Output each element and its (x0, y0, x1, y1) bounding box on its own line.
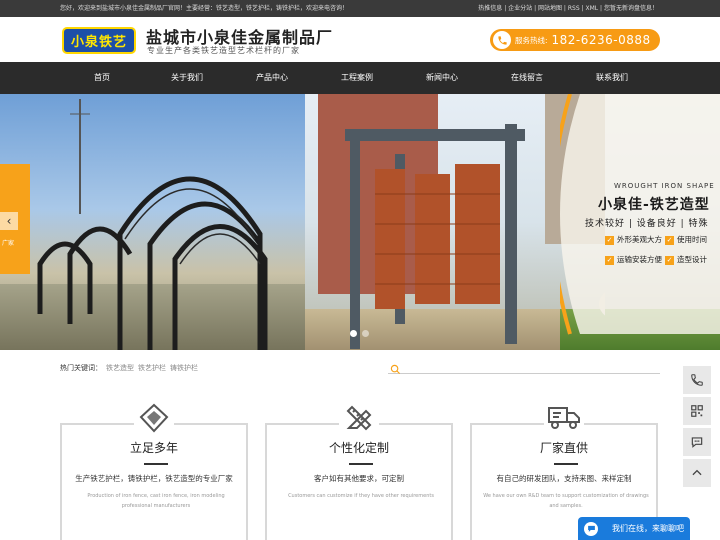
chat-label: 我们在线，来聊聊吧 (612, 524, 684, 533)
back-to-top-icon[interactable] (683, 459, 711, 487)
truck-icon (544, 401, 584, 435)
card-desc: 有自己的研发团队，支持来图、来样定制 (496, 474, 632, 483)
keyword-link[interactable]: 铸铁护栏 (170, 364, 198, 372)
card-title: 个性化定制 (328, 441, 389, 455)
top-link-rss[interactable]: RSS (568, 5, 580, 12)
hotline-number: 182-6236-0888 (551, 33, 651, 47)
top-link-branches[interactable]: 企业分站 (508, 5, 532, 12)
prev-slide-button[interactable]: ‹ (0, 212, 18, 230)
top-bar: 您好，欢迎来到盐城市小泉佳金属制品厂官网！主要经营：铁艺造型，铁艺护栏，铸铁护栏… (0, 0, 720, 17)
hot-keywords: 热门关键词： 铁艺造型 铁艺护栏 铸铁护栏 (60, 363, 198, 373)
company-tagline: 专业生产各类铁艺造型艺术栏杆的厂家 (147, 46, 300, 55)
phone-icon[interactable] (683, 366, 711, 394)
check-icon: ✓ (665, 255, 674, 265)
promo-subtitle: 技术较好 | 设备良好 | 特殊 (585, 219, 709, 229)
card-title: 立足多年 (129, 441, 178, 455)
top-links: 热推信息 | 企业分站 | 网站地图 | RSS | XML | 您暂无新询盘信… (478, 5, 658, 12)
keywords-label: 热门关键词： (60, 364, 102, 372)
slide-dot-active[interactable] (350, 330, 357, 337)
side-toolbar (683, 366, 711, 490)
card-desc: 客户如有其他要求，可定制 (314, 474, 404, 483)
chat-bubble-icon (584, 521, 598, 536)
feature-card[interactable]: 个性化定制 客户如有其他要求，可定制 Customers can customi… (265, 423, 453, 540)
pencil-ruler-icon (339, 401, 379, 435)
welcome-text: 您好，欢迎来到盐城市小泉佳金属制品厂官网！主要经营：铁艺造型，铁艺护栏，铸铁护栏… (60, 5, 349, 12)
search-bar (388, 358, 660, 375)
promo-feature: ✓ 造型设计 (665, 255, 707, 265)
feature-card[interactable]: 立足多年 生产铁艺护栏，铸铁护栏，铁艺造型的专业厂家 Production of… (60, 423, 248, 540)
site-logo[interactable]: 小泉铁艺 (62, 27, 136, 54)
promo-feature: ✓ 运输安装方便 (605, 255, 662, 265)
nav-item-message[interactable]: 在线留言 (487, 62, 567, 94)
top-link-sitemap[interactable]: 网站地图 (538, 5, 562, 12)
card-desc: 生产铁艺护栏，铸铁护栏，铁艺造型的专业厂家 (75, 474, 233, 483)
card-desc-en: Customers can customize if they have oth… (288, 493, 434, 499)
online-chat-button[interactable]: 我们在线，来聊聊吧 (578, 517, 690, 540)
hotline-badge[interactable]: 服务热线: 182-6236-0888 (490, 29, 660, 51)
top-link-xml[interactable]: XML (586, 5, 599, 12)
qr-code-icon[interactable] (683, 397, 711, 425)
keyword-link[interactable]: 铁艺护栏 (138, 364, 166, 372)
nav-item-home[interactable]: 首页 (62, 62, 142, 94)
nav-item-contact[interactable]: 联系我们 (572, 62, 652, 94)
nav-item-about[interactable]: 关于我们 (147, 62, 227, 94)
promo-feature: ✓ 外形美观大方 (605, 235, 662, 245)
search-input[interactable] (404, 358, 658, 373)
promo-feature: ✓ 使用时间 (665, 235, 707, 245)
nav-item-cases[interactable]: 工程案例 (317, 62, 397, 94)
promo-title-en: WROUGHT IRON SHAPE (614, 182, 715, 190)
check-icon: ✓ (665, 235, 674, 245)
nav-item-products[interactable]: 产品中心 (232, 62, 312, 94)
keyword-link[interactable]: 铁艺造型 (106, 364, 134, 372)
hero-banner[interactable]: 广家 ‹ WROUGHT IRON SHAPE 小泉佳-铁艺造型 技术较好 | … (0, 94, 720, 350)
main-nav: 首页 关于我们 产品中心 工程案例 新闻中心 在线留言 联系我们 (0, 62, 720, 94)
slide-dot[interactable] (362, 330, 369, 337)
site-header: 小泉铁艺 盐城市小泉佳金属制品厂 专业生产各类铁艺造型艺术栏杆的厂家 服务热线:… (0, 17, 720, 62)
iron-arches-illustration (37, 99, 268, 350)
card-title: 厂家直供 (539, 441, 588, 455)
search-icon[interactable] (390, 360, 401, 379)
top-link-inquiry[interactable]: 您暂无新询盘信息！ (604, 5, 658, 12)
chat-icon[interactable] (683, 428, 711, 456)
card-desc-en: We have our own R&D team to support cust… (483, 493, 649, 509)
diamond-icon (134, 401, 174, 435)
promo-title: 小泉佳-铁艺造型 (598, 197, 710, 213)
phone-icon (493, 31, 511, 49)
card-desc-en: Production of iron fence, cast iron fenc… (87, 493, 225, 509)
top-link-hot-info[interactable]: 热推信息 (478, 5, 502, 12)
hotline-label: 服务热线: (515, 35, 548, 45)
nav-item-news[interactable]: 新闻中心 (402, 62, 482, 94)
check-icon: ✓ (605, 255, 614, 265)
logo-text: 小泉铁艺 (70, 35, 127, 50)
check-icon: ✓ (605, 235, 614, 245)
